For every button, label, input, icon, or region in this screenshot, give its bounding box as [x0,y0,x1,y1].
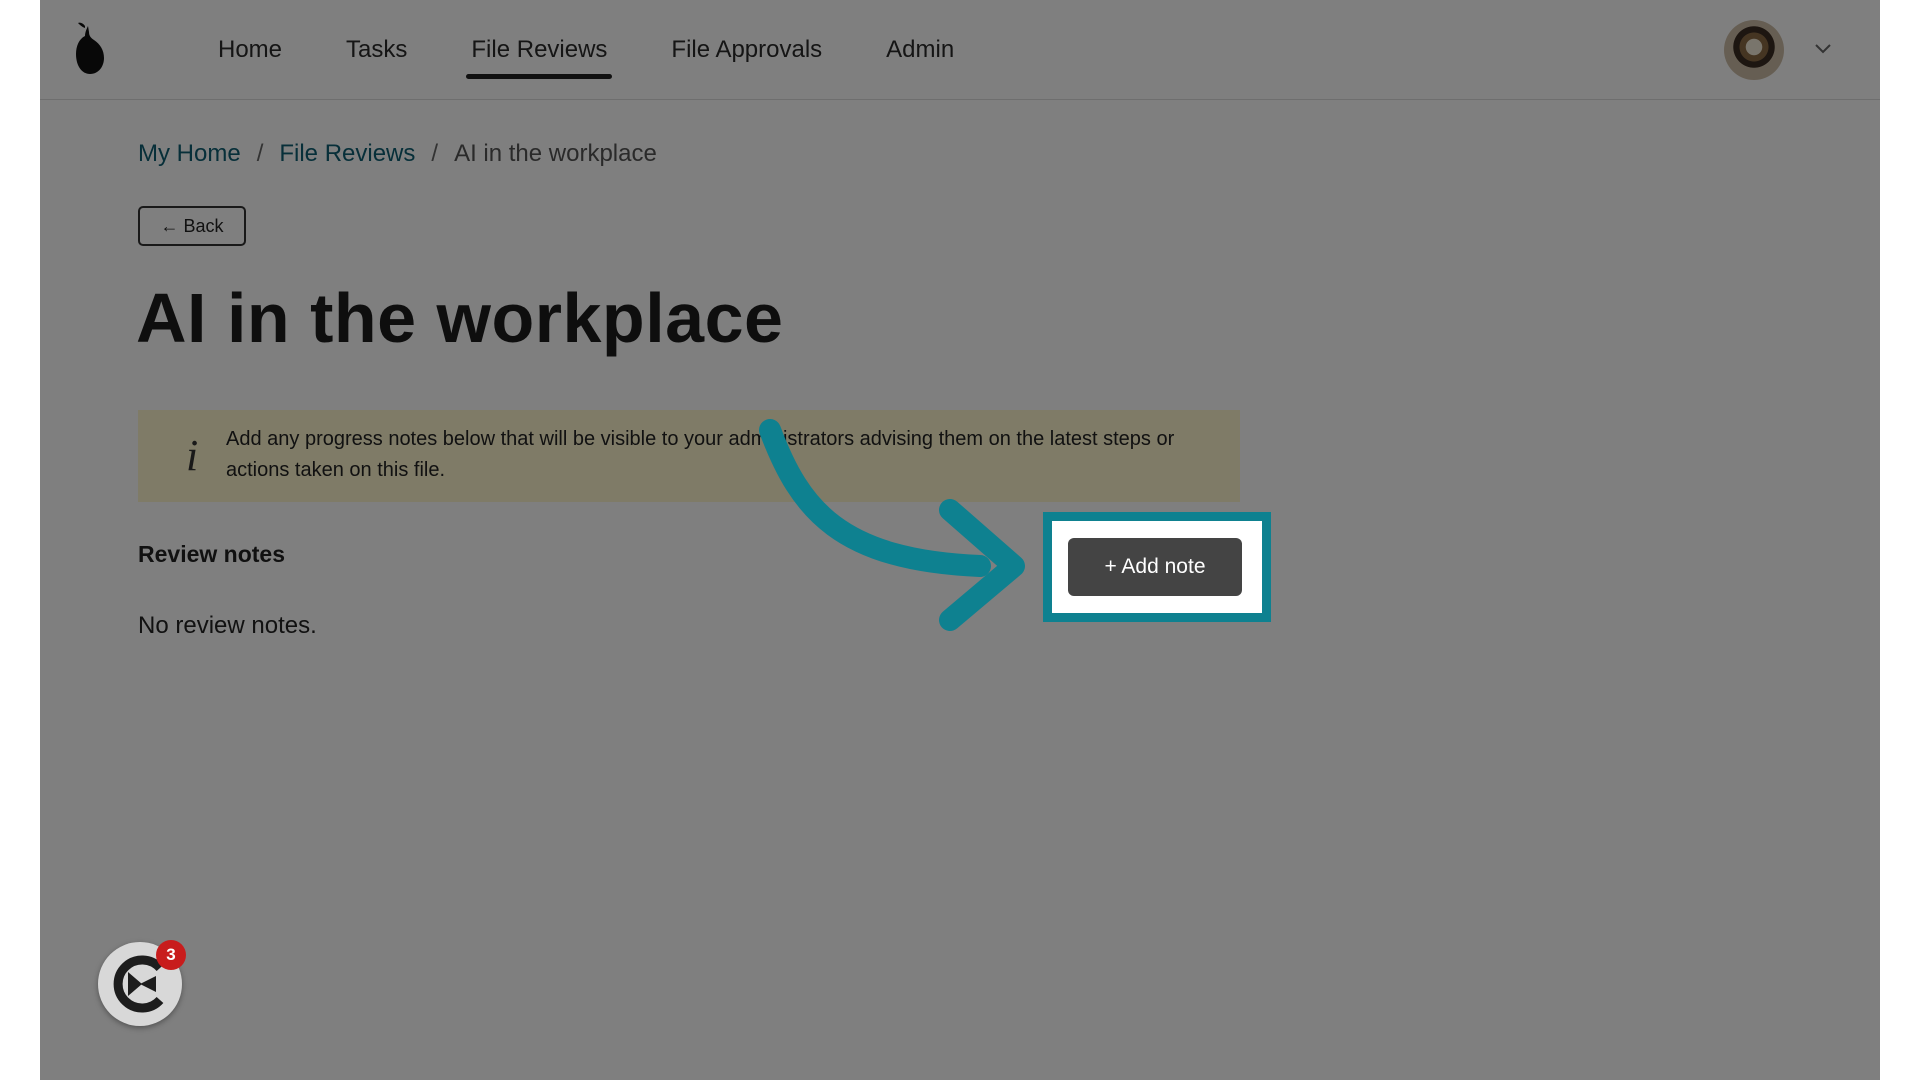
nav-item-home[interactable]: Home [218,0,282,99]
top-navigation-bar: Home Tasks File Reviews File Approvals A… [40,0,1880,100]
nav-item-tasks[interactable]: Tasks [346,0,407,99]
nav-item-file-approvals[interactable]: File Approvals [671,0,822,99]
breadcrumb-current: AI in the workplace [454,140,657,167]
breadcrumb-file-reviews[interactable]: File Reviews [279,140,415,168]
main-nav: Home Tasks File Reviews File Approvals A… [218,0,1018,99]
info-icon: i [186,431,199,480]
notification-badge: 3 [156,940,186,970]
info-banner: i Add any progress notes below that will… [138,410,1240,502]
breadcrumb-separator: / [256,140,264,167]
page-title: AI in the workplace [136,279,784,357]
review-notes-heading: Review notes [138,541,285,567]
breadcrumb: My Home / File Reviews / AI in the workp… [138,140,657,168]
nav-item-file-reviews[interactable]: File Reviews [466,0,613,99]
nav-item-admin[interactable]: Admin [886,0,954,99]
info-banner-text: Add any progress notes below that will b… [226,428,1175,481]
add-note-button[interactable]: + Add note [1068,538,1242,596]
pear-logo-icon[interactable] [68,22,108,76]
breadcrumb-separator: / [431,140,439,167]
user-avatar[interactable] [1724,20,1784,80]
chevron-down-icon[interactable] [1814,42,1832,54]
back-button[interactable]: ← Back [138,206,246,246]
app-frame: Home Tasks File Reviews File Approvals A… [40,0,1880,1080]
empty-notes-message: No review notes. [138,612,317,639]
breadcrumb-my-home[interactable]: My Home [138,140,241,168]
